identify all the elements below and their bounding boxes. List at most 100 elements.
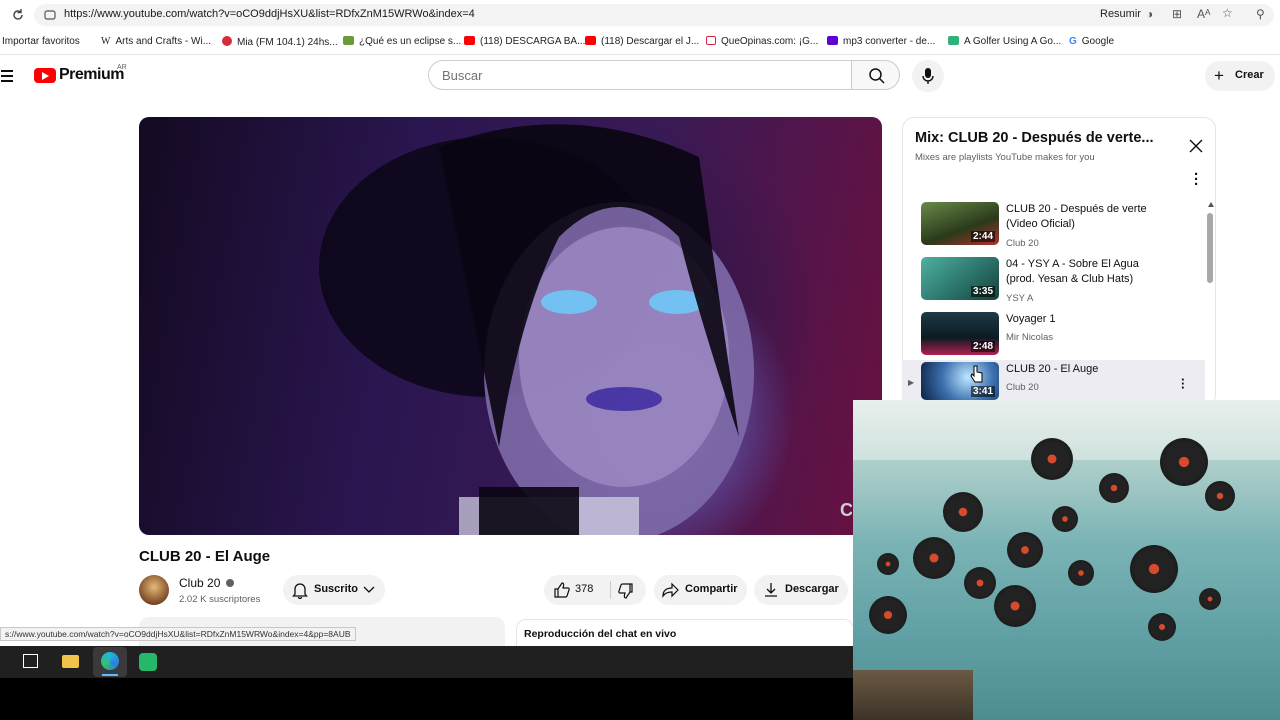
- queopinas-icon: [706, 36, 716, 45]
- thumbs-down-icon[interactable]: [616, 582, 634, 600]
- playlist-thumbnail: 2:48: [921, 312, 999, 355]
- recorder-app-icon[interactable]: [139, 653, 157, 671]
- status-bar-link: s://www.youtube.com/watch?v=oCO9ddjHsXU&…: [0, 627, 356, 641]
- vinyl-record-decoration: [913, 537, 955, 579]
- close-icon[interactable]: [1188, 138, 1204, 154]
- file-explorer-icon[interactable]: [62, 655, 79, 668]
- youtube-logo-icon[interactable]: [34, 68, 56, 83]
- immersive-reader-icon[interactable]: ◑: [1146, 7, 1153, 21]
- item-more-options-icon[interactable]: · · ·: [1181, 373, 1185, 394]
- task-view-icon[interactable]: [23, 654, 38, 668]
- more-options-icon[interactable]: · · ·: [1194, 167, 1199, 192]
- like-count[interactable]: 378: [575, 583, 593, 595]
- subscribed-button[interactable]: Suscrito: [283, 575, 385, 605]
- search-placeholder: Buscar: [442, 68, 483, 83]
- vinyl-record-decoration: [1099, 473, 1129, 503]
- vinyl-record-decoration: [1160, 438, 1208, 486]
- furniture-shadow: [853, 670, 973, 720]
- bookmark-item[interactable]: ¿Qué es un eclipse s...: [343, 36, 461, 47]
- bookmark-item[interactable]: QueOpinas.com: ¡G...: [706, 36, 818, 47]
- search-button[interactable]: [851, 60, 900, 90]
- google-icon: G: [1069, 36, 1077, 47]
- webcam-overlay: [853, 400, 1280, 720]
- bookmark-item[interactable]: (118) DESCARGA BA...: [464, 36, 585, 47]
- download-label: Descargar: [785, 583, 839, 595]
- subscriber-count: 2.02 K suscriptores: [179, 594, 261, 605]
- favorite-star-icon[interactable]: ☆: [1222, 6, 1233, 20]
- subscribed-label: Suscrito: [314, 583, 359, 595]
- app-available-icon[interactable]: ⊞: [1172, 7, 1182, 21]
- plus-icon: +: [1214, 66, 1224, 85]
- thumbs-up-icon[interactable]: [553, 581, 571, 599]
- playlist-thumbnail: 3:41: [921, 362, 999, 400]
- search-input[interactable]: [428, 60, 851, 90]
- share-button[interactable]: Compartir: [654, 575, 747, 605]
- playlist-item-channel: Club 20: [1006, 238, 1039, 249]
- video-frame: [319, 124, 754, 535]
- playlist-title[interactable]: Mix: CLUB 20 - Después de verte...: [915, 130, 1154, 146]
- download-icon: [765, 583, 777, 597]
- channel-avatar[interactable]: [139, 575, 169, 605]
- youtube-icon: [585, 36, 596, 45]
- refresh-icon[interactable]: [10, 7, 26, 23]
- playlist-item-channel: Mir Nicolas: [1006, 332, 1053, 343]
- verified-badge-icon: [225, 579, 234, 587]
- now-playing-indicator-icon: ▶: [908, 378, 915, 387]
- vinyl-record-decoration: [1199, 588, 1221, 610]
- youtube-premium-brand[interactable]: Premium: [59, 66, 124, 84]
- bookmark-item[interactable]: W Arts and Crafts - Wi...: [101, 36, 211, 47]
- eclipse-icon: [343, 36, 354, 45]
- channel-name[interactable]: Club 20: [179, 576, 234, 590]
- playlist-item-channel: YSY A: [1006, 293, 1034, 304]
- mouse-pointer-hand-icon: [970, 365, 983, 383]
- bookmark-item[interactable]: mp3 converter - de...: [827, 36, 935, 47]
- vinyl-record-decoration: [1007, 532, 1043, 568]
- active-app-indicator: [102, 674, 118, 676]
- vinyl-record-decoration: [943, 492, 983, 532]
- playlist-subtitle: Mixes are playlists YouTube makes for yo…: [915, 152, 1095, 163]
- vinyl-record-decoration: [1130, 545, 1178, 593]
- bookmark-item[interactable]: G Google: [1069, 36, 1114, 47]
- live-chat-replay-label: Reproducción del chat en vivo: [524, 628, 677, 640]
- chevron-down-icon: [363, 586, 375, 593]
- yahoo-icon: [827, 36, 838, 45]
- video-player[interactable]: [139, 117, 882, 535]
- playlist-item-channel: Club 20: [1006, 382, 1039, 393]
- playlist-item-title: CLUB 20 - Después de verte (Video Oficia…: [1006, 203, 1147, 230]
- playlist-item-title: CLUB 20 - El Auge: [1006, 363, 1099, 375]
- golf-icon: [948, 36, 959, 45]
- microphone-icon: [922, 68, 934, 84]
- vinyl-record-decoration: [964, 567, 996, 599]
- search-icon: [869, 68, 885, 84]
- edge-browser-icon[interactable]: [101, 652, 119, 670]
- download-button[interactable]: Descargar: [754, 575, 848, 605]
- site-info-icon[interactable]: [44, 9, 56, 21]
- bookmark-item[interactable]: Mia (FM 104.1) 24hs...: [222, 36, 338, 48]
- bookmark-item[interactable]: Importar favoritos: [2, 36, 80, 47]
- extensions-icon[interactable]: ⚲: [1256, 7, 1265, 21]
- vinyl-record-decoration: [877, 553, 899, 575]
- duration-badge: 3:35: [970, 286, 995, 297]
- vinyl-record-decoration: [1031, 438, 1073, 480]
- summarize-button[interactable]: Resumir: [1100, 8, 1141, 20]
- playlist-scrollbar[interactable]: [1207, 213, 1213, 283]
- duration-badge: 3:41: [970, 386, 995, 397]
- create-button[interactable]: + Crear: [1205, 61, 1275, 91]
- scroll-up-arrow-icon[interactable]: [1208, 202, 1214, 207]
- vinyl-record-decoration: [994, 585, 1036, 627]
- bell-icon: [292, 583, 308, 599]
- url-text[interactable]: https://www.youtube.com/watch?v=oCO9ddjH…: [64, 8, 475, 20]
- bookmark-item[interactable]: (118) Descargar el J...: [585, 36, 699, 47]
- duration-badge: 2:44: [970, 231, 995, 242]
- like-dislike-group: 378: [544, 575, 646, 605]
- video-title: CLUB 20 - El Auge: [139, 548, 271, 565]
- vinyl-record-decoration: [869, 596, 907, 634]
- vinyl-record-decoration: [1052, 506, 1078, 532]
- like-divider: [610, 581, 611, 599]
- voice-search-button[interactable]: [912, 60, 944, 92]
- playlist-item-title: 04 - YSY A - Sobre El Agua (prod. Yesan …: [1006, 258, 1139, 285]
- radio-icon: [222, 36, 232, 46]
- bookmark-item[interactable]: A Golfer Using A Go...: [948, 36, 1061, 47]
- create-label: Crear: [1235, 69, 1264, 81]
- read-aloud-icon[interactable]: Aᴬ: [1197, 7, 1210, 21]
